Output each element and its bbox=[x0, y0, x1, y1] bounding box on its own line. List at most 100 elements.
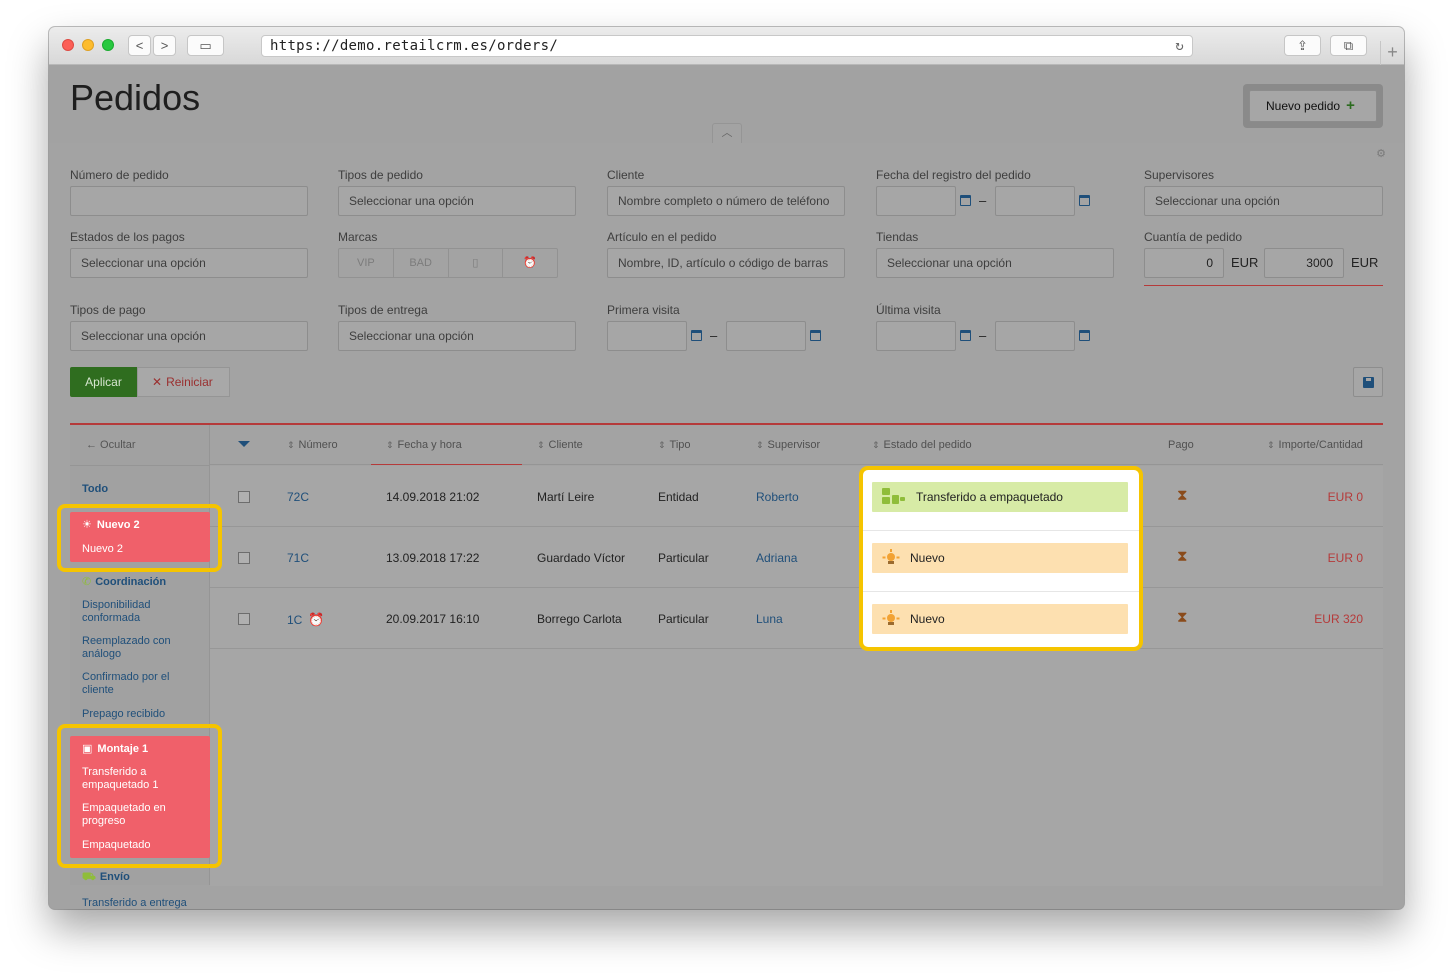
save-filter-button[interactable] bbox=[1353, 367, 1383, 397]
order-supervisor-link[interactable]: Adriana bbox=[756, 551, 797, 565]
tabs-overview-button[interactable]: ⧉ bbox=[1330, 35, 1367, 56]
sort-icon: ⇕ bbox=[872, 440, 880, 450]
table-row[interactable]: 72C 14.09.2018 21:02 Martí Leire Entidad… bbox=[210, 466, 1383, 527]
payment-states-select[interactable]: Seleccionar una opción bbox=[70, 248, 308, 278]
client-input[interactable]: Nombre completo o número de teléfono bbox=[607, 186, 845, 216]
brand-vip-option[interactable]: VIP bbox=[339, 249, 394, 277]
sidebar-group-montaje-title[interactable]: ▣ Montaje 1 bbox=[82, 743, 148, 756]
sidebar-item-confirmado[interactable]: Confirmado por el cliente bbox=[82, 671, 192, 697]
calendar-icon[interactable] bbox=[691, 330, 702, 341]
sidebar-group-label: Envío bbox=[99, 871, 130, 883]
calendar-icon[interactable] bbox=[1079, 330, 1090, 341]
order-number-input[interactable] bbox=[70, 186, 308, 216]
registration-date-from-input[interactable] bbox=[876, 186, 956, 216]
gear-icon[interactable]: ⚙ bbox=[1376, 147, 1386, 160]
reload-icon[interactable]: ↻ bbox=[1175, 36, 1184, 56]
reset-button[interactable]: ✕ Reiniciar bbox=[137, 367, 230, 397]
order-supervisor-link[interactable]: Roberto bbox=[756, 490, 799, 504]
table-row[interactable]: 71C 13.09.2018 17:22 Guardado Víctor Par… bbox=[210, 527, 1383, 588]
boxes-icon: ▣ bbox=[82, 743, 93, 755]
new-order-button[interactable]: Nuevo pedido + bbox=[1249, 90, 1377, 122]
forward-button[interactable]: > bbox=[153, 35, 176, 56]
status-row: Nuevo bbox=[863, 592, 1139, 653]
order-number-link[interactable]: 72C bbox=[287, 490, 309, 504]
chevron-down-icon[interactable] bbox=[238, 441, 250, 447]
sidebar-item-transferido[interactable]: Transferido a empaquetado 1 bbox=[82, 766, 192, 792]
product-input[interactable]: Nombre, ID, artículo o código de barras bbox=[607, 248, 845, 278]
row-checkbox[interactable] bbox=[238, 613, 250, 625]
supervisors-select[interactable]: Seleccionar una opción bbox=[1144, 186, 1383, 216]
calendar-icon[interactable] bbox=[810, 330, 821, 341]
status-badge[interactable]: Nuevo bbox=[872, 543, 1128, 573]
brand-alarm-icon[interactable]: ⏰ bbox=[503, 249, 557, 277]
brand-bad-option[interactable]: BAD bbox=[394, 249, 449, 277]
column-number[interactable]: ⇕ Número bbox=[287, 439, 338, 451]
payment-types-select[interactable]: Seleccionar una opción bbox=[70, 321, 308, 351]
sidebar-item-disponibilidad[interactable]: Disponibilidad conformada bbox=[82, 599, 192, 625]
payment-types-label: Tipos de pago bbox=[70, 303, 146, 317]
column-client[interactable]: ⇕ Cliente bbox=[537, 439, 583, 451]
chevron-up-icon: ︿ bbox=[721, 127, 733, 139]
registration-date-to-input[interactable] bbox=[995, 186, 1075, 216]
calendar-icon[interactable] bbox=[960, 195, 971, 206]
sidebar-item-en-progreso[interactable]: Empaquetado en progreso bbox=[82, 802, 192, 828]
column-label: Cliente bbox=[548, 439, 583, 451]
sidebar-item-empaquetado[interactable]: Empaquetado bbox=[82, 839, 192, 852]
minimize-window-icon[interactable] bbox=[82, 39, 94, 51]
order-number-link[interactable]: 1C ⏰ bbox=[287, 612, 325, 628]
status-row: Nuevo bbox=[863, 531, 1139, 592]
order-number-text: 1C bbox=[287, 613, 303, 627]
column-type[interactable]: ⇕ Tipo bbox=[658, 439, 691, 451]
sidebar-group-nuevo[interactable]: ☀ Nuevo 2 Nuevo 2 bbox=[70, 512, 210, 562]
sidebar-item-transferido-entrega[interactable]: Transferido a entrega bbox=[82, 897, 187, 910]
apply-button[interactable]: Aplicar bbox=[70, 367, 137, 397]
address-bar[interactable]: https://demo.retailcrm.es/orders/ ↻ bbox=[261, 35, 1193, 57]
table-row[interactable]: 1C ⏰ 20.09.2017 16:10 Borrego Carlota Par… bbox=[210, 588, 1383, 649]
sidebar-group-envio[interactable]: ⛟ Envío bbox=[82, 871, 130, 885]
page-content: Pedidos Nuevo pedido + ︿ ⚙ Número de pedi… bbox=[49, 65, 1404, 909]
last-visit-to-input[interactable] bbox=[995, 321, 1075, 351]
lightbulb-icon bbox=[882, 549, 900, 567]
brand-box-icon[interactable]: ▯ bbox=[449, 249, 504, 277]
orders-table-header: ⇕ Número ⇕ Fecha y hora ⇕ Cliente ⇕ Tipo ⇕ Su… bbox=[210, 425, 1383, 465]
hourglass-icon: ⧗ bbox=[1177, 548, 1188, 565]
sidebar-item-prepago[interactable]: Prepago recibido bbox=[82, 708, 192, 721]
column-amount[interactable]: ⇕ Importe/Cantidad bbox=[1267, 439, 1363, 451]
status-badge[interactable]: Transferido a empaquetado bbox=[872, 482, 1128, 512]
status-badge[interactable]: Nuevo bbox=[872, 604, 1128, 634]
calendar-icon[interactable] bbox=[960, 330, 971, 341]
share-button[interactable]: ⇪ bbox=[1284, 35, 1321, 56]
back-button[interactable]: < bbox=[128, 35, 151, 56]
sidebar-group-nuevo-title[interactable]: ☀ Nuevo 2 bbox=[82, 519, 140, 532]
sidebar-toggle-button[interactable]: ▭ bbox=[187, 35, 224, 56]
new-tab-button[interactable]: + bbox=[1380, 41, 1404, 65]
sidebar-item-reemplazado[interactable]: Reemplazado con análogo bbox=[82, 635, 192, 661]
sidebar-item-all[interactable]: Todo bbox=[82, 483, 108, 496]
delivery-types-select[interactable]: Seleccionar una opción bbox=[338, 321, 576, 351]
column-status[interactable]: ⇕ Estado del pedido bbox=[872, 439, 972, 451]
last-visit-from-input[interactable] bbox=[876, 321, 956, 351]
order-number-link[interactable]: 71C bbox=[287, 551, 309, 565]
stores-select[interactable]: Seleccionar una opción bbox=[876, 248, 1114, 278]
collapse-filters-button[interactable]: ︿ bbox=[712, 123, 742, 143]
maximize-window-icon[interactable] bbox=[102, 39, 114, 51]
first-visit-to-input[interactable] bbox=[726, 321, 806, 351]
calendar-icon[interactable] bbox=[1079, 195, 1090, 206]
order-types-label: Tipos de pedido bbox=[338, 168, 423, 182]
order-supervisor-link[interactable]: Luna bbox=[756, 612, 783, 626]
order-amount: EUR 320 bbox=[1314, 612, 1363, 626]
sidebar-group-coordinacion[interactable]: ✆ Coordinación bbox=[82, 575, 166, 588]
amount-from-input[interactable]: 0 bbox=[1144, 248, 1224, 278]
first-visit-from-input[interactable] bbox=[607, 321, 687, 351]
column-label: Supervisor bbox=[767, 439, 821, 451]
amount-to-input[interactable]: 3000 bbox=[1264, 248, 1344, 278]
row-checkbox[interactable] bbox=[238, 552, 250, 564]
sidebar-item-nuevo[interactable]: Nuevo 2 bbox=[82, 543, 123, 556]
hide-sidebar-link[interactable]: ← Ocultar bbox=[86, 439, 136, 451]
column-date[interactable]: ⇕ Fecha y hora bbox=[386, 439, 462, 451]
order-types-select[interactable]: Seleccionar una opción bbox=[338, 186, 576, 216]
column-supervisor[interactable]: ⇕ Supervisor bbox=[756, 439, 820, 451]
row-checkbox[interactable] bbox=[238, 491, 250, 503]
sidebar-group-montaje[interactable]: ▣ Montaje 1 Transferido a empaquetado 1 E… bbox=[70, 736, 210, 858]
close-window-icon[interactable] bbox=[62, 39, 74, 51]
